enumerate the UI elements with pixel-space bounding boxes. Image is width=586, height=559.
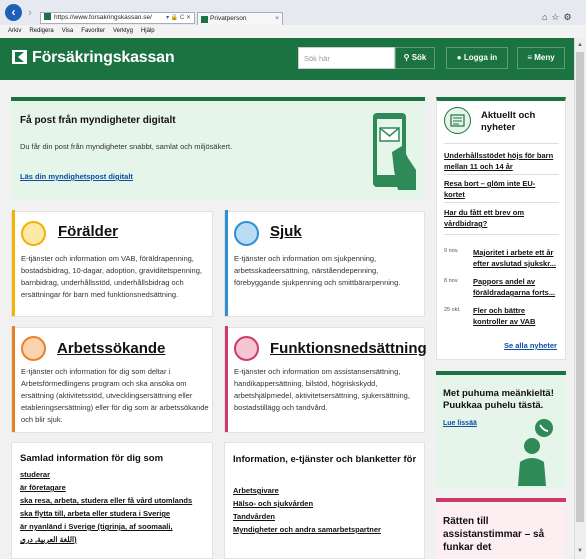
card-body: E-tjänster och information om assistanse… <box>234 367 410 412</box>
favicon-icon <box>44 13 51 20</box>
list-item[interactable]: اللغة العربية, دری) <box>20 533 192 546</box>
browser-tools-icons[interactable]: ⌂☆⚙ <box>542 12 582 23</box>
card-title[interactable]: Förälder <box>58 223 118 240</box>
logo-icon <box>12 50 27 64</box>
promo-link[interactable]: Läs din myndighetspost digitalt <box>20 172 133 181</box>
card-funktionsnedsattning[interactable]: Funktionsnedsättning E-tjänster och info… <box>224 326 427 433</box>
news-title: Aktuellt och nyheter <box>481 110 536 133</box>
news-date: 9 nov. <box>444 248 459 254</box>
divider <box>444 174 559 175</box>
phone-mail-icon <box>373 113 416 190</box>
card-e-tjanster: Information, e-tjänster och blanketter f… <box>224 442 425 559</box>
card-accent <box>12 326 15 432</box>
forward-icon[interactable]: › <box>24 7 36 19</box>
user-icon: ● <box>456 53 464 62</box>
back-icon[interactable]: ‹ <box>5 4 22 21</box>
login-button[interactable]: ● Logga in <box>446 47 508 69</box>
news-date: 8 nov. <box>444 278 459 284</box>
card-arbetssokande[interactable]: Arbetssökande E-tjänster och information… <box>11 326 213 433</box>
login-button-label: Logga in <box>463 53 498 62</box>
list-item[interactable]: Tandvården <box>233 510 381 523</box>
news-item[interactable]: Underhållsstödet höjs för barn mellan 11… <box>444 150 562 172</box>
news-item[interactable]: Pappors andel av föräldradagarna forts..… <box>473 276 561 298</box>
card-title[interactable]: Sjuk <box>270 223 302 240</box>
card-accent <box>225 210 228 316</box>
search-input[interactable]: Sök här <box>298 47 395 69</box>
card-title: Information, e-tjänster och blanketter f… <box>233 454 417 465</box>
ratten-title[interactable]: Rätten till assistanstimmar – så funkar … <box>443 515 558 554</box>
divider <box>444 234 559 235</box>
search-button-label: Sök <box>411 53 427 62</box>
site-logo[interactable]: Försäkringskassan <box>32 46 175 70</box>
card-body: E-tjänster och information om sjukpennin… <box>234 254 401 287</box>
news-item[interactable]: Fler och bättre kontroller av VAB <box>473 305 561 327</box>
card-body: E-tjänster och information om VAB, föräl… <box>21 254 202 299</box>
menu-item-verktyg[interactable]: Verktyg <box>113 28 133 34</box>
news-date: 25 okt. <box>444 307 461 313</box>
newspaper-icon <box>444 107 471 134</box>
search-icon: ⚲ <box>403 53 412 62</box>
news-item[interactable]: Majoritet i arbete ett år efter avslutad… <box>473 247 561 269</box>
scroll-up-icon[interactable]: ▲ <box>575 40 585 50</box>
divider <box>444 202 559 203</box>
card-title[interactable]: Funktionsnedsättning <box>270 340 427 357</box>
parent-icon <box>21 221 46 246</box>
list-item[interactable]: är företagare <box>20 481 192 494</box>
wheelchair-icon <box>234 336 259 361</box>
meankieli-title: Met puhuma meänkieltä! Puukkaa puhelu tä… <box>443 388 554 411</box>
link-list: studerar är företagare ska resa, arbeta,… <box>20 468 192 546</box>
list-item[interactable]: Myndigheter och andra samarbetspartner <box>233 523 381 536</box>
jobseeker-icon <box>21 336 46 361</box>
search-button[interactable]: ⚲ Sök <box>395 47 435 69</box>
list-item[interactable]: Hälso- och sjukvården <box>233 497 381 510</box>
menu-button-label: Meny <box>534 53 555 62</box>
address-controls-icon[interactable]: ▾ 🔒 C ✕ <box>166 13 191 23</box>
list-item[interactable]: studerar <box>20 468 192 481</box>
card-sjuk[interactable]: Sjuk E-tjänster och information om sjukp… <box>224 210 425 317</box>
promo-body: Du får din post från myndigheter snabbt,… <box>20 142 233 151</box>
list-item[interactable]: Arbetsgivare <box>233 484 381 497</box>
meankieli-link[interactable]: Lue lissää <box>443 420 477 427</box>
browser-tab[interactable]: Privatperson × <box>197 12 283 25</box>
menu-button[interactable]: ≡ Meny <box>517 47 565 69</box>
card-samlad-information: Samlad information för dig som studerar … <box>11 442 213 559</box>
list-item[interactable]: ska flytta till, arbeta eller studera i … <box>20 507 192 520</box>
list-item[interactable]: är nyanländ i Sverige (tigrinja, af soom… <box>20 520 192 533</box>
card-title[interactable]: Arbetssökande <box>57 340 165 357</box>
news-item[interactable]: Har du fått ett brev om vårdbidrag? <box>444 207 554 229</box>
card-title: Samlad information för dig som <box>20 453 164 464</box>
menu-bar: Arkiv Redigera Visa Favoriter Verktyg Hjälp <box>0 25 586 38</box>
menu-item-favoriter[interactable]: Favoriter <box>81 28 105 34</box>
card-foralder[interactable]: Förälder E-tjänster och information om V… <box>11 210 213 317</box>
url-text: https://www.forsakringskassan.se/ <box>54 14 152 21</box>
menu-item-arkiv[interactable]: Arkiv <box>8 28 21 34</box>
menu-item-hjalp[interactable]: Hjälp <box>141 28 155 34</box>
card-body: E-tjänster och information för dig som d… <box>21 367 209 424</box>
tab-favicon-icon <box>201 16 208 23</box>
card-accent <box>225 326 228 432</box>
tab-title: Privatperson <box>210 15 247 22</box>
tab-close-icon[interactable]: × <box>275 13 279 25</box>
menu-item-visa[interactable]: Visa <box>62 28 74 34</box>
list-item[interactable]: ska resa, arbeta, studera eller få vård … <box>20 494 192 507</box>
see-all-news-link[interactable]: Se alla nyheter <box>504 341 557 350</box>
news-item[interactable]: Resa bort – glöm inte EU-kortet <box>444 178 554 200</box>
sick-icon <box>234 221 259 246</box>
address-bar[interactable]: https://www.forsakringskassan.se/ ▾ 🔒 C ✕ <box>40 12 195 24</box>
divider <box>444 143 559 144</box>
link-list: Arbetsgivare Hälso- och sjukvården Tandv… <box>233 484 381 536</box>
card-accent <box>12 210 15 316</box>
promo-title: Få post från myndigheter digitalt <box>20 115 176 126</box>
scroll-down-icon[interactable]: ▼ <box>575 546 585 556</box>
menu-item-redigera[interactable]: Redigera <box>29 28 53 34</box>
scrollbar-thumb[interactable] <box>576 52 584 522</box>
phone-call-icon <box>518 419 553 486</box>
